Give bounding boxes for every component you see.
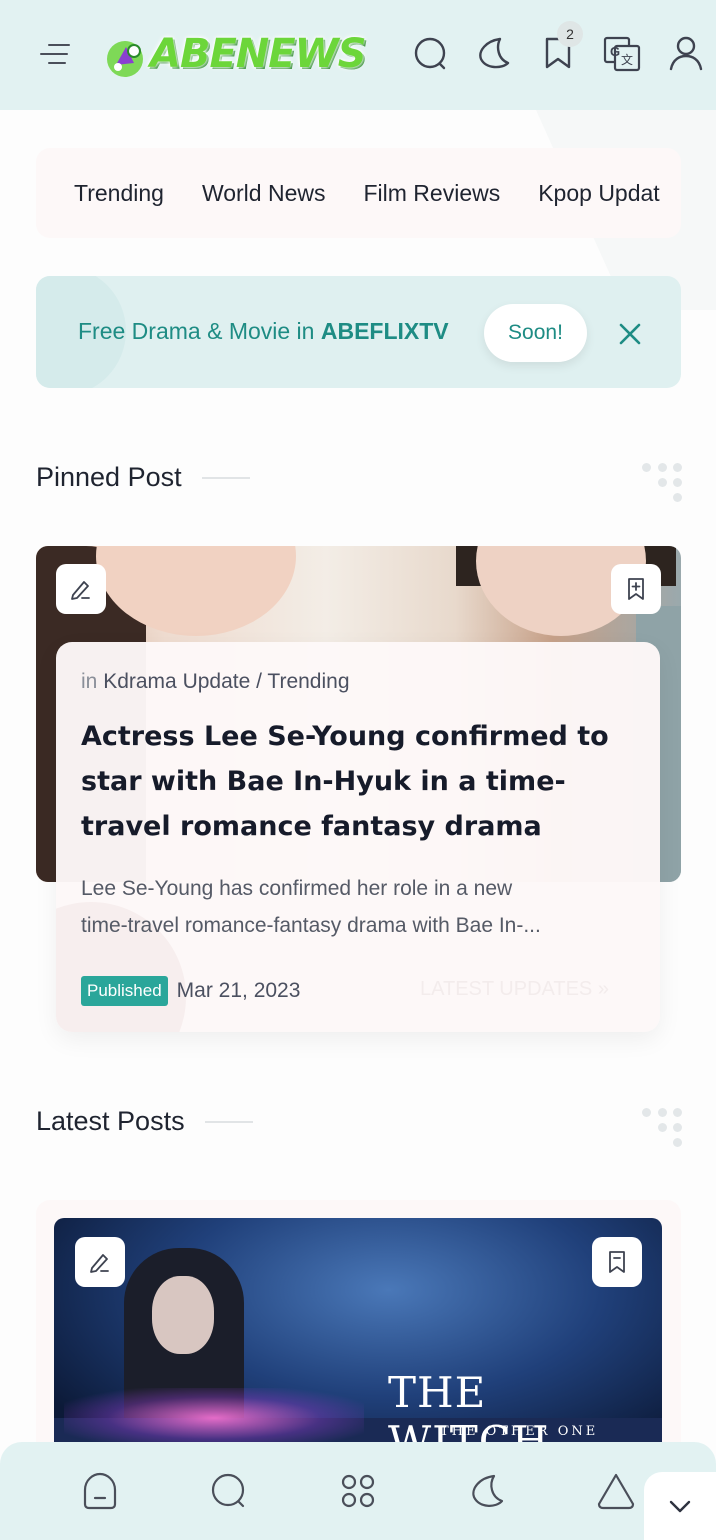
bookmark-icon[interactable] <box>592 1237 642 1287</box>
logo-text: ABENEWS <box>150 31 366 77</box>
svg-text:文: 文 <box>621 52 633 67</box>
search-icon[interactable] <box>410 33 450 73</box>
pinned-section-title: Pinned Post <box>36 462 250 493</box>
latest-post-image[interactable]: THE WITCH THE OTHER ONE <box>54 1218 662 1458</box>
bookmark-add-icon[interactable] <box>611 564 661 614</box>
top-header: ABENEWS 2 G文 <box>0 0 716 110</box>
moon-icon[interactable] <box>474 33 514 73</box>
excerpt-line: Lee Se-Young has confirmed her role in a… <box>81 877 513 900</box>
latest-updates-link[interactable]: LATEST UPDATES » <box>420 978 609 1001</box>
post-date: Mar 21, 2023 <box>176 979 301 1002</box>
close-icon[interactable] <box>614 318 646 350</box>
chevron-down-icon[interactable] <box>644 1472 716 1540</box>
tab-film-reviews[interactable]: Film Reviews <box>363 180 500 207</box>
bottom-navigation <box>0 1442 716 1540</box>
apps-icon[interactable] <box>337 1470 379 1512</box>
tab-kpop-updates[interactable]: Kpop Updat <box>538 180 659 207</box>
post-meta: Published Mar 21, 2023 <box>81 976 300 1006</box>
post-excerpt: Lee Se-Young has confirmed her role in a… <box>81 870 646 944</box>
promo-banner: Free Drama & Movie in ABEFLIXTV Soon! <box>36 276 681 388</box>
latest-section-title: Latest Posts <box>36 1106 253 1137</box>
tab-world-news[interactable]: World News <box>202 180 326 207</box>
published-badge: Published <box>81 976 168 1006</box>
bookmark-count-badge: 2 <box>557 21 583 47</box>
edit-icon[interactable] <box>56 564 106 614</box>
post-title[interactable]: Actress Lee Se-Young confirmed to star w… <box>81 714 646 849</box>
up-arrow-icon[interactable] <box>595 1470 637 1512</box>
svg-text:G: G <box>610 44 620 59</box>
tab-trending[interactable]: Trending <box>74 180 164 207</box>
section-divider <box>204 1120 253 1123</box>
dots-icon <box>642 463 682 503</box>
translate-icon[interactable]: G文 <box>602 33 642 73</box>
promo-message: Free Drama & Movie in <box>78 318 321 344</box>
excerpt-line: time-travel romance-fantasy drama with B… <box>81 914 541 937</box>
promo-brand: ABEFLIXTV <box>320 318 449 344</box>
category-link[interactable]: Kdrama Update / Trending <box>103 670 349 693</box>
moon-icon[interactable] <box>466 1470 508 1512</box>
home-icon[interactable] <box>79 1470 121 1512</box>
post-category: in Kdrama Update / Trending <box>81 670 350 694</box>
logo-icon <box>104 37 146 79</box>
soon-button[interactable]: Soon! <box>484 304 587 362</box>
site-logo[interactable]: ABENEWS <box>104 26 366 82</box>
category-prefix: in <box>81 670 98 693</box>
edit-icon[interactable] <box>75 1237 125 1287</box>
pinned-post-card[interactable]: in Kdrama Update / Trending Actress Lee … <box>56 642 660 1032</box>
search-icon[interactable] <box>208 1470 250 1512</box>
promo-text: Free Drama & Movie in ABEFLIXTV <box>78 318 449 345</box>
category-tabs: Trending World News Film Reviews Kpop Up… <box>36 148 681 238</box>
section-heading: Latest Posts <box>36 1106 185 1136</box>
menu-icon[interactable] <box>36 40 72 70</box>
dots-icon <box>642 1108 682 1148</box>
poster-subtitle: THE OTHER ONE <box>440 1424 599 1439</box>
section-heading: Pinned Post <box>36 462 182 492</box>
user-icon[interactable] <box>666 33 706 73</box>
section-divider <box>201 476 250 479</box>
